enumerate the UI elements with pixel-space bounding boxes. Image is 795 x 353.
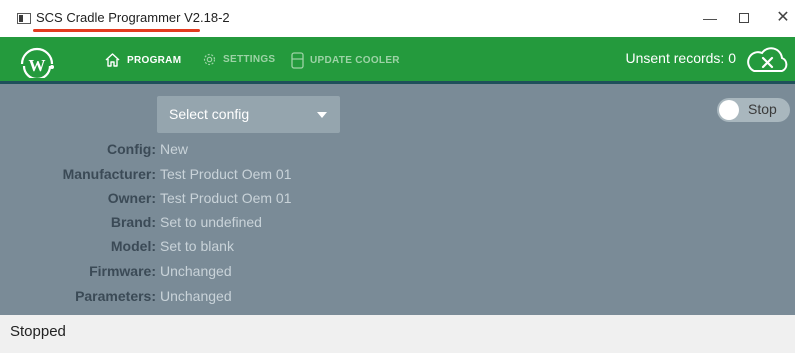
gear-icon: [203, 53, 216, 66]
title-underline: [33, 29, 200, 32]
select-config-label: Select config: [169, 106, 250, 122]
field-row-brand: Brand: Set to undefined: [0, 214, 795, 238]
field-row-model: Model: Set to blank: [0, 238, 795, 262]
nav-program[interactable]: PROGRAM: [104, 52, 181, 68]
field-key: Brand:: [110, 214, 156, 230]
field-value: Test Product Oem 01: [160, 166, 292, 182]
close-button[interactable]: ✕: [773, 8, 793, 28]
device-icon: [291, 52, 304, 69]
field-value: New: [160, 141, 189, 157]
home-icon: [105, 53, 120, 67]
nav-settings[interactable]: SETTINGS: [202, 52, 275, 67]
stop-toggle[interactable]: Stop: [717, 98, 790, 122]
w-logo-icon: W: [20, 47, 54, 78]
field-value: Unchanged: [160, 288, 232, 304]
field-value: Set to blank: [160, 238, 234, 254]
toggle-label: Stop: [748, 101, 777, 117]
field-value: Unchanged: [160, 263, 232, 279]
chevron-down-icon: [317, 112, 327, 118]
field-row-config: Config: New: [0, 141, 795, 165]
field-key: Manufacturer:: [62, 166, 156, 182]
field-row-manufacturer: Manufacturer: Test Product Oem 01: [0, 166, 795, 190]
toggle-knob: [719, 100, 739, 120]
minimize-button[interactable]: —: [700, 8, 720, 28]
status-bar: Stopped: [0, 315, 795, 353]
field-key: Model:: [110, 238, 156, 254]
field-key: Owner:: [107, 190, 156, 206]
field-key: Firmware:: [89, 263, 156, 279]
field-row-owner: Owner: Test Product Oem 01: [0, 190, 795, 214]
field-key: Config:: [107, 141, 156, 157]
window-title: SCS Cradle Programmer V2.18-2: [36, 10, 230, 25]
app-window-icon: [17, 13, 31, 24]
nav-update-cooler-label: UPDATE COOLER: [310, 55, 400, 66]
maximize-button[interactable]: [735, 8, 755, 28]
nav-program-label: PROGRAM: [127, 54, 182, 66]
field-row-parameters: Parameters: Unchanged: [0, 288, 795, 312]
program-panel: Select config Stop Config: New Manufactu…: [0, 84, 795, 315]
select-config-dropdown[interactable]: Select config: [157, 96, 340, 133]
main-toolbar: W PROGRAM SETTINGS UPDATE COOLER Unsent …: [0, 37, 795, 84]
field-key: Parameters:: [75, 288, 156, 304]
svg-text:W: W: [29, 56, 46, 75]
field-row-firmware: Firmware: Unchanged: [0, 263, 795, 287]
nav-update-cooler[interactable]: UPDATE COOLER: [291, 52, 400, 69]
unsent-records-count: Unsent records: 0: [625, 50, 737, 66]
nav-settings-label: SETTINGS: [223, 54, 276, 65]
field-value: Set to undefined: [160, 214, 262, 230]
field-value: Test Product Oem 01: [160, 190, 292, 206]
status-text: Stopped: [10, 323, 66, 340]
cloud-x-icon[interactable]: [745, 45, 791, 75]
window-title-bar: SCS Cradle Programmer V2.18-2 — ✕: [0, 0, 795, 37]
